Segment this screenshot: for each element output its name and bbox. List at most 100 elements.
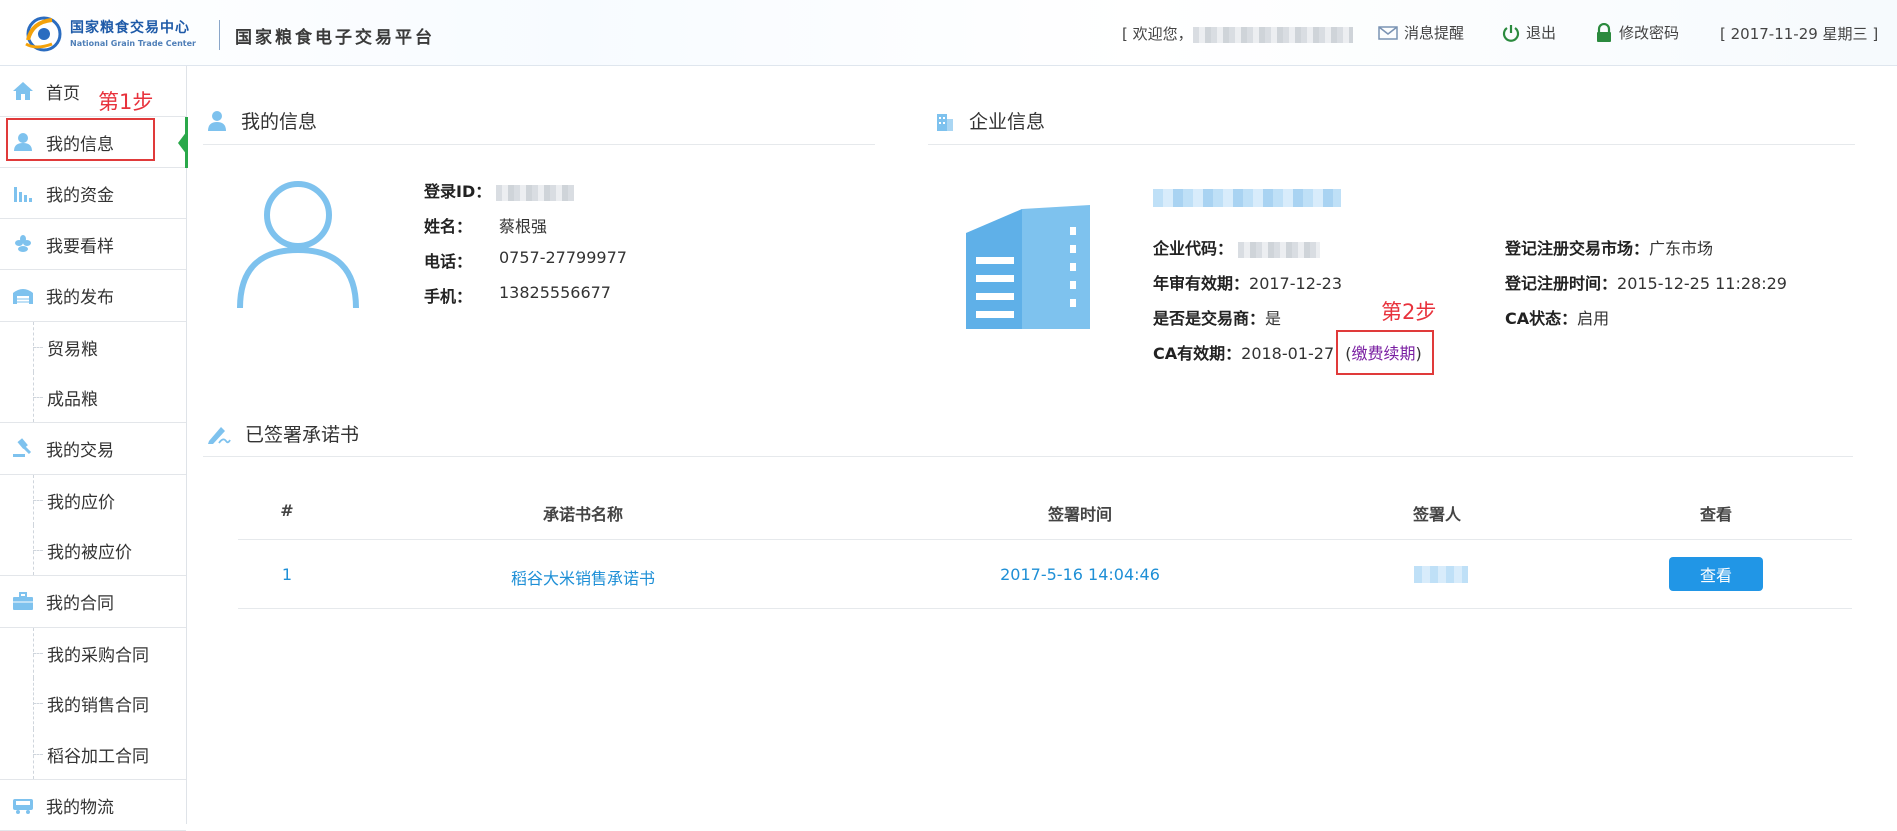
company-name-redacted bbox=[1153, 189, 1341, 207]
is-trader-value: 是 bbox=[1265, 309, 1282, 328]
lock-icon bbox=[1597, 22, 1611, 42]
name-value: 蔡根强 bbox=[499, 217, 548, 236]
is-trader-label: 是否是交易商： bbox=[1153, 309, 1266, 328]
market-label: 登记注册交易市场： bbox=[1505, 239, 1650, 258]
sidebar-sub-trade-grain[interactable]: 贸易粮 bbox=[0, 321, 186, 372]
home-icon bbox=[13, 82, 33, 100]
gavel-icon bbox=[13, 438, 32, 457]
company-code-label: 企业代码： bbox=[1153, 239, 1234, 258]
login-id-redacted bbox=[496, 184, 575, 201]
pledges-heading: 已签署承诺书 bbox=[207, 420, 359, 447]
sidebar-sub-purchase-contracts[interactable]: 我的采购合同 bbox=[0, 627, 186, 678]
username-redacted bbox=[1192, 26, 1353, 43]
view-button[interactable]: 查看 bbox=[1669, 557, 1763, 591]
logo-text: 国家粮食交易中心 National Grain Trade Center bbox=[70, 17, 196, 48]
phone-value: 0757-27799977 bbox=[499, 248, 627, 267]
grain-center-logo bbox=[25, 16, 62, 52]
sign-time: 2017-5-16 14:04:46 bbox=[1000, 565, 1160, 584]
company-info-heading: 企业信息 bbox=[935, 107, 1045, 134]
logout-link[interactable]: 退出 bbox=[1502, 22, 1556, 43]
sidebar-item-logistics[interactable]: 我的物流 bbox=[0, 780, 186, 831]
briefcase-icon bbox=[13, 592, 33, 610]
column-header-index: # bbox=[280, 501, 294, 520]
sidebar-item-label: 我要看样 bbox=[46, 236, 114, 257]
company-building-icon bbox=[966, 205, 1090, 329]
platform-title: 国家粮食电子交易平台 bbox=[235, 28, 435, 48]
mobile-label: 手机： bbox=[424, 287, 473, 306]
sidebar-item-contracts[interactable]: 我的合同 bbox=[0, 576, 186, 627]
registration-time-row: 登记注册时间：2015-12-25 11:28:29 bbox=[1505, 270, 1787, 294]
mobile-value: 13825556677 bbox=[499, 283, 611, 302]
column-header-time: 签署时间 bbox=[1047, 505, 1113, 524]
table-divider bbox=[238, 608, 1852, 609]
welcome-label: [ 欢迎您， bbox=[1122, 25, 1193, 43]
phone-row: 电话： 0757-27799977 bbox=[424, 248, 627, 272]
sidebar-item-publish[interactable]: 我的发布 bbox=[0, 270, 186, 321]
ca-status-label: CA状态： bbox=[1505, 309, 1578, 328]
step1-annotation: 第1步 bbox=[98, 90, 154, 114]
registration-time-value: 2015-12-25 11:28:29 bbox=[1617, 274, 1787, 293]
section-divider bbox=[928, 144, 1855, 145]
top-header: 国家粮食交易中心 National Grain Trade Center 国家粮… bbox=[0, 0, 1897, 66]
column-header-view: 查看 bbox=[1699, 505, 1733, 524]
avatar-icon bbox=[237, 181, 359, 309]
building-icon bbox=[937, 113, 953, 131]
column-header-signer: 签署人 bbox=[1412, 505, 1462, 524]
is-trader-row: 是否是交易商：是 bbox=[1153, 305, 1281, 329]
step2-highlight-box bbox=[1336, 330, 1434, 375]
sidebar-item-label: 首页 bbox=[46, 83, 80, 104]
user-icon bbox=[208, 110, 226, 131]
company-info-title: 企业信息 bbox=[969, 111, 1046, 133]
row-index: 1 bbox=[281, 565, 293, 584]
annual-review-value: 2017-12-23 bbox=[1249, 274, 1342, 293]
ca-status-row: CA状态：启用 bbox=[1505, 305, 1609, 329]
mail-icon bbox=[1378, 25, 1398, 40]
sidebar-item-funds[interactable]: 我的资金 bbox=[0, 168, 186, 219]
sidebar-sub-finished-grain[interactable]: 成品粮 bbox=[0, 372, 186, 423]
annual-review-label: 年审有效期： bbox=[1153, 274, 1250, 293]
market-row: 登记注册交易市场：广东市场 bbox=[1505, 235, 1713, 259]
company-code-redacted bbox=[1238, 241, 1321, 258]
step1-highlight-box bbox=[6, 118, 155, 161]
sidebar-item-home[interactable]: 首页 bbox=[0, 66, 186, 117]
ca-status-value: 启用 bbox=[1577, 309, 1610, 328]
sidebar-item-samples[interactable]: 我要看样 bbox=[0, 219, 186, 270]
sidebar-item-label: 我的物流 bbox=[46, 797, 114, 818]
section-divider bbox=[203, 456, 1853, 457]
my-info-heading: 我的信息 bbox=[207, 107, 317, 134]
annual-review-row: 年审有效期：2017-12-23 bbox=[1153, 270, 1342, 294]
pledges-title: 已签署承诺书 bbox=[245, 424, 360, 446]
column-header-name: 承诺书名称 bbox=[542, 505, 624, 524]
signature-icon bbox=[208, 426, 231, 444]
mobile-row: 手机： 13825556677 bbox=[424, 283, 611, 307]
registration-time-label: 登记注册时间： bbox=[1505, 274, 1618, 293]
message-label: 消息提醒 bbox=[1404, 24, 1465, 42]
change-password-link[interactable]: 修改密码 bbox=[1595, 22, 1679, 43]
logo-en: National Grain Trade Center bbox=[70, 39, 196, 48]
name-label: 姓名： bbox=[424, 217, 473, 236]
market-value: 广东市场 bbox=[1649, 239, 1714, 258]
sidebar-item-label: 我的发布 bbox=[46, 288, 114, 308]
name-row: 姓名： 蔡根强 bbox=[424, 213, 547, 237]
welcome-text: [ 欢迎您，] bbox=[1122, 23, 1358, 44]
bar-chart-icon bbox=[14, 187, 32, 202]
sidebar-item-trades[interactable]: 我的交易 bbox=[0, 423, 186, 474]
sidebar-sub-received-bids[interactable]: 我的被应价 bbox=[0, 525, 186, 576]
message-reminder-link[interactable]: 消息提醒 bbox=[1378, 22, 1464, 43]
sidebar-sub-sales-contracts[interactable]: 我的销售合同 bbox=[0, 678, 186, 729]
sidebar-sub-processing-contracts[interactable]: 稻谷加工合同 bbox=[0, 729, 186, 780]
sidebar-item-label: 我的资金 bbox=[46, 185, 114, 206]
sidebar-item-label: 我的交易 bbox=[46, 441, 114, 461]
logout-label: 退出 bbox=[1526, 24, 1557, 42]
pledge-name-link[interactable]: 稻谷大米销售承诺书 bbox=[511, 565, 655, 589]
logo-divider bbox=[219, 20, 220, 50]
date-display: [ 2017-11-29 星期三 ] bbox=[1720, 25, 1879, 43]
phone-label: 电话： bbox=[424, 252, 473, 271]
sidebar-sub-my-bids[interactable]: 我的应价 bbox=[0, 474, 186, 525]
my-info-title: 我的信息 bbox=[241, 111, 318, 133]
truck-icon bbox=[13, 799, 33, 814]
step2-annotation: 第2步 bbox=[1381, 300, 1437, 324]
ca-validity-label: CA有效期： bbox=[1153, 344, 1242, 363]
wheat-icon bbox=[15, 235, 31, 252]
login-id-label: 登录ID： bbox=[424, 182, 492, 201]
